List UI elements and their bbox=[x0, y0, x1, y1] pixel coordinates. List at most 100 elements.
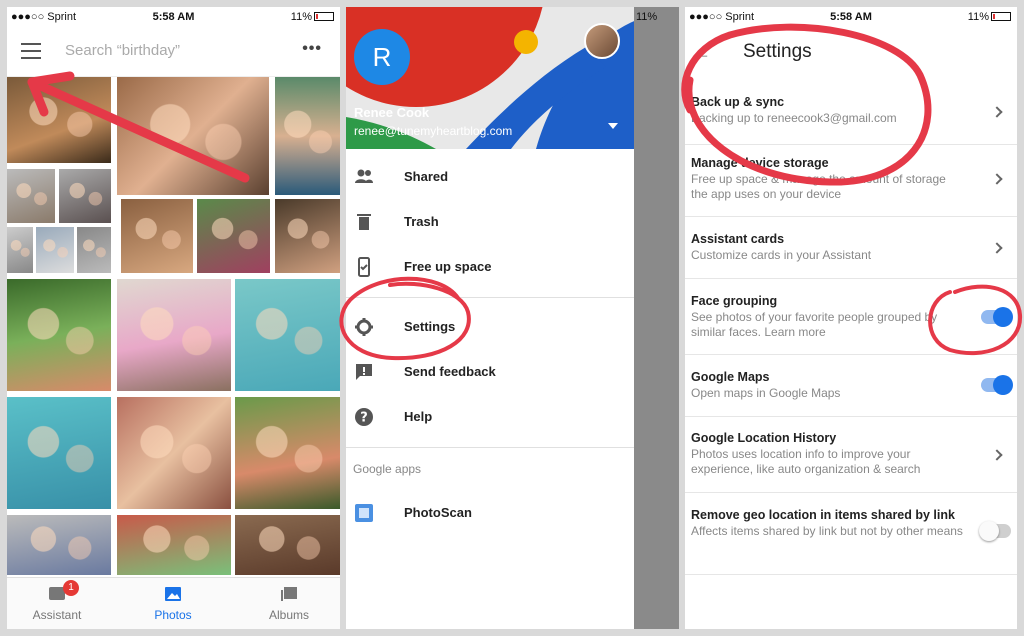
photo-grid bbox=[7, 77, 340, 577]
photo-thumbnail[interactable] bbox=[7, 515, 111, 575]
battery-icon bbox=[314, 12, 334, 21]
more-dots-icon[interactable]: ••• bbox=[302, 40, 322, 58]
setting-title: Google Maps bbox=[691, 370, 770, 384]
photo-thumbnail[interactable] bbox=[36, 227, 74, 273]
drawer-screen: R Renee Cook renee@tunemyheartblog.com S… bbox=[346, 7, 679, 629]
photo-thumbnail[interactable] bbox=[77, 227, 111, 273]
photo-thumbnail[interactable] bbox=[121, 199, 193, 273]
setting-title: Remove geo location in items shared by l… bbox=[691, 508, 955, 522]
battery-percent: 11% bbox=[636, 11, 658, 23]
photo-thumbnail[interactable] bbox=[117, 397, 231, 509]
status-bar: 11% bbox=[634, 7, 679, 27]
photoscan-icon bbox=[355, 504, 373, 522]
account-header[interactable]: R Renee Cook renee@tunemyheartblog.com bbox=[346, 7, 634, 149]
photo-thumbnail[interactable] bbox=[275, 199, 340, 273]
menu-item-shared[interactable]: Shared bbox=[346, 157, 634, 197]
menu-label: Help bbox=[404, 409, 433, 424]
battery-indicator: 11% bbox=[968, 11, 1011, 23]
face-grouping-toggle[interactable] bbox=[981, 307, 1013, 327]
photo-thumbnail[interactable] bbox=[7, 169, 55, 223]
avatar: R bbox=[354, 29, 410, 85]
setting-description: See photos of your favorite people group… bbox=[691, 310, 938, 339]
photo-thumbnail[interactable] bbox=[117, 279, 231, 391]
menu-item-trash[interactable]: Trash bbox=[346, 202, 634, 242]
photo-thumbnail[interactable] bbox=[7, 77, 111, 163]
photo-thumbnail[interactable] bbox=[117, 77, 269, 195]
trash-icon bbox=[357, 214, 371, 230]
setting-backup-sync[interactable]: Back up & sync Backing up to reneecook3@… bbox=[685, 83, 1017, 145]
photo-thumbnail[interactable] bbox=[117, 515, 231, 575]
chevron-right-icon bbox=[991, 449, 1003, 461]
photos-icon bbox=[165, 587, 181, 601]
menu-label: Send feedback bbox=[404, 364, 496, 379]
remove-geo-toggle[interactable] bbox=[979, 521, 1011, 541]
albums-icon bbox=[281, 587, 297, 601]
photo-thumbnail[interactable] bbox=[7, 279, 111, 391]
setting-title: Manage device storage bbox=[691, 156, 829, 170]
chevron-right-icon bbox=[991, 173, 1003, 185]
phone-check-icon bbox=[358, 257, 370, 277]
gear-icon bbox=[355, 318, 373, 336]
svg-text:?: ? bbox=[360, 411, 368, 426]
feedback-icon bbox=[356, 364, 372, 380]
nav-assistant[interactable]: 1 Assistant bbox=[7, 578, 107, 629]
hamburger-icon[interactable] bbox=[21, 43, 41, 59]
photo-thumbnail[interactable] bbox=[7, 227, 33, 273]
menu-label: Shared bbox=[404, 169, 449, 184]
divider bbox=[346, 297, 634, 298]
status-bar: ●●●○○ Sprint 5:58 AM 11% bbox=[7, 7, 340, 27]
setting-description: Affects items shared by link but not by … bbox=[691, 524, 963, 538]
page-title: Settings bbox=[743, 41, 812, 62]
setting-title: Face grouping bbox=[691, 294, 778, 308]
bottom-navigation: 1 Assistant Photos Albums bbox=[7, 577, 340, 629]
photo-thumbnail[interactable] bbox=[235, 397, 340, 509]
people-icon bbox=[355, 169, 373, 183]
account-email: renee@tunemyheartblog.com bbox=[354, 124, 513, 138]
setting-manage-storage[interactable]: Manage device storage Free up space & ma… bbox=[685, 145, 1017, 217]
nav-label: Assistant bbox=[32, 608, 82, 622]
google-maps-toggle[interactable] bbox=[981, 375, 1013, 395]
menu-label: PhotoScan bbox=[404, 505, 472, 520]
photos-screen: ●●●○○ Sprint 5:58 AM 11% Search “birthda… bbox=[7, 7, 340, 629]
navigation-drawer: R Renee Cook renee@tunemyheartblog.com S… bbox=[346, 7, 634, 629]
photo-thumbnail[interactable] bbox=[197, 199, 270, 273]
account-dropdown-icon[interactable] bbox=[608, 123, 618, 129]
setting-title: Assistant cards bbox=[691, 232, 785, 246]
setting-description: Customize cards in your Assistant bbox=[691, 248, 872, 262]
setting-assistant-cards[interactable]: Assistant cards Customize cards in your … bbox=[685, 217, 1017, 279]
battery-indicator: 11% bbox=[291, 11, 334, 23]
nav-albums[interactable]: Albums bbox=[239, 578, 339, 629]
setting-description: Free up space & manage the amount of sto… bbox=[691, 172, 946, 201]
menu-item-help[interactable]: ? Help bbox=[346, 397, 634, 437]
menu-item-settings[interactable]: Settings bbox=[346, 307, 634, 347]
photo-thumbnail[interactable] bbox=[59, 169, 111, 223]
search-input[interactable]: Search “birthday” bbox=[65, 42, 180, 59]
background-content bbox=[634, 7, 679, 629]
battery-percent: 11% bbox=[290, 11, 312, 23]
setting-description: Photos uses location info to improve you… bbox=[691, 447, 921, 476]
chevron-right-icon bbox=[991, 242, 1003, 254]
menu-item-send-feedback[interactable]: Send feedback bbox=[346, 352, 634, 392]
video-thumbnail[interactable] bbox=[235, 515, 340, 575]
nav-label: Photos bbox=[154, 608, 192, 622]
photo-thumbnail[interactable] bbox=[275, 77, 340, 195]
menu-label: Settings bbox=[404, 319, 456, 334]
setting-google-maps[interactable]: Google Maps Open maps in Google Maps bbox=[685, 355, 1017, 417]
photo-thumbnail[interactable] bbox=[235, 279, 340, 391]
menu-label: Free up space bbox=[404, 259, 492, 274]
photo-thumbnail[interactable] bbox=[7, 397, 111, 509]
nav-photos[interactable]: Photos bbox=[123, 578, 223, 629]
setting-remove-geo-location[interactable]: Remove geo location in items shared by l… bbox=[685, 493, 1017, 575]
battery-icon bbox=[991, 12, 1011, 21]
account-photo[interactable] bbox=[584, 23, 620, 59]
setting-title: Google Location History bbox=[691, 431, 837, 445]
setting-location-history[interactable]: Google Location History Photos uses loca… bbox=[685, 417, 1017, 493]
section-heading: Google apps bbox=[353, 462, 422, 476]
status-bar: ●●●○○ Sprint 5:58 AM 11% bbox=[685, 7, 1017, 27]
back-arrow-icon[interactable]: ← bbox=[693, 43, 711, 64]
menu-label: Trash bbox=[404, 214, 439, 229]
setting-face-grouping[interactable]: Face grouping See photos of your favorit… bbox=[685, 279, 1017, 355]
help-icon: ? bbox=[355, 408, 373, 426]
menu-item-photoscan[interactable]: PhotoScan bbox=[346, 493, 634, 533]
menu-item-free-up-space[interactable]: Free up space bbox=[346, 247, 634, 287]
